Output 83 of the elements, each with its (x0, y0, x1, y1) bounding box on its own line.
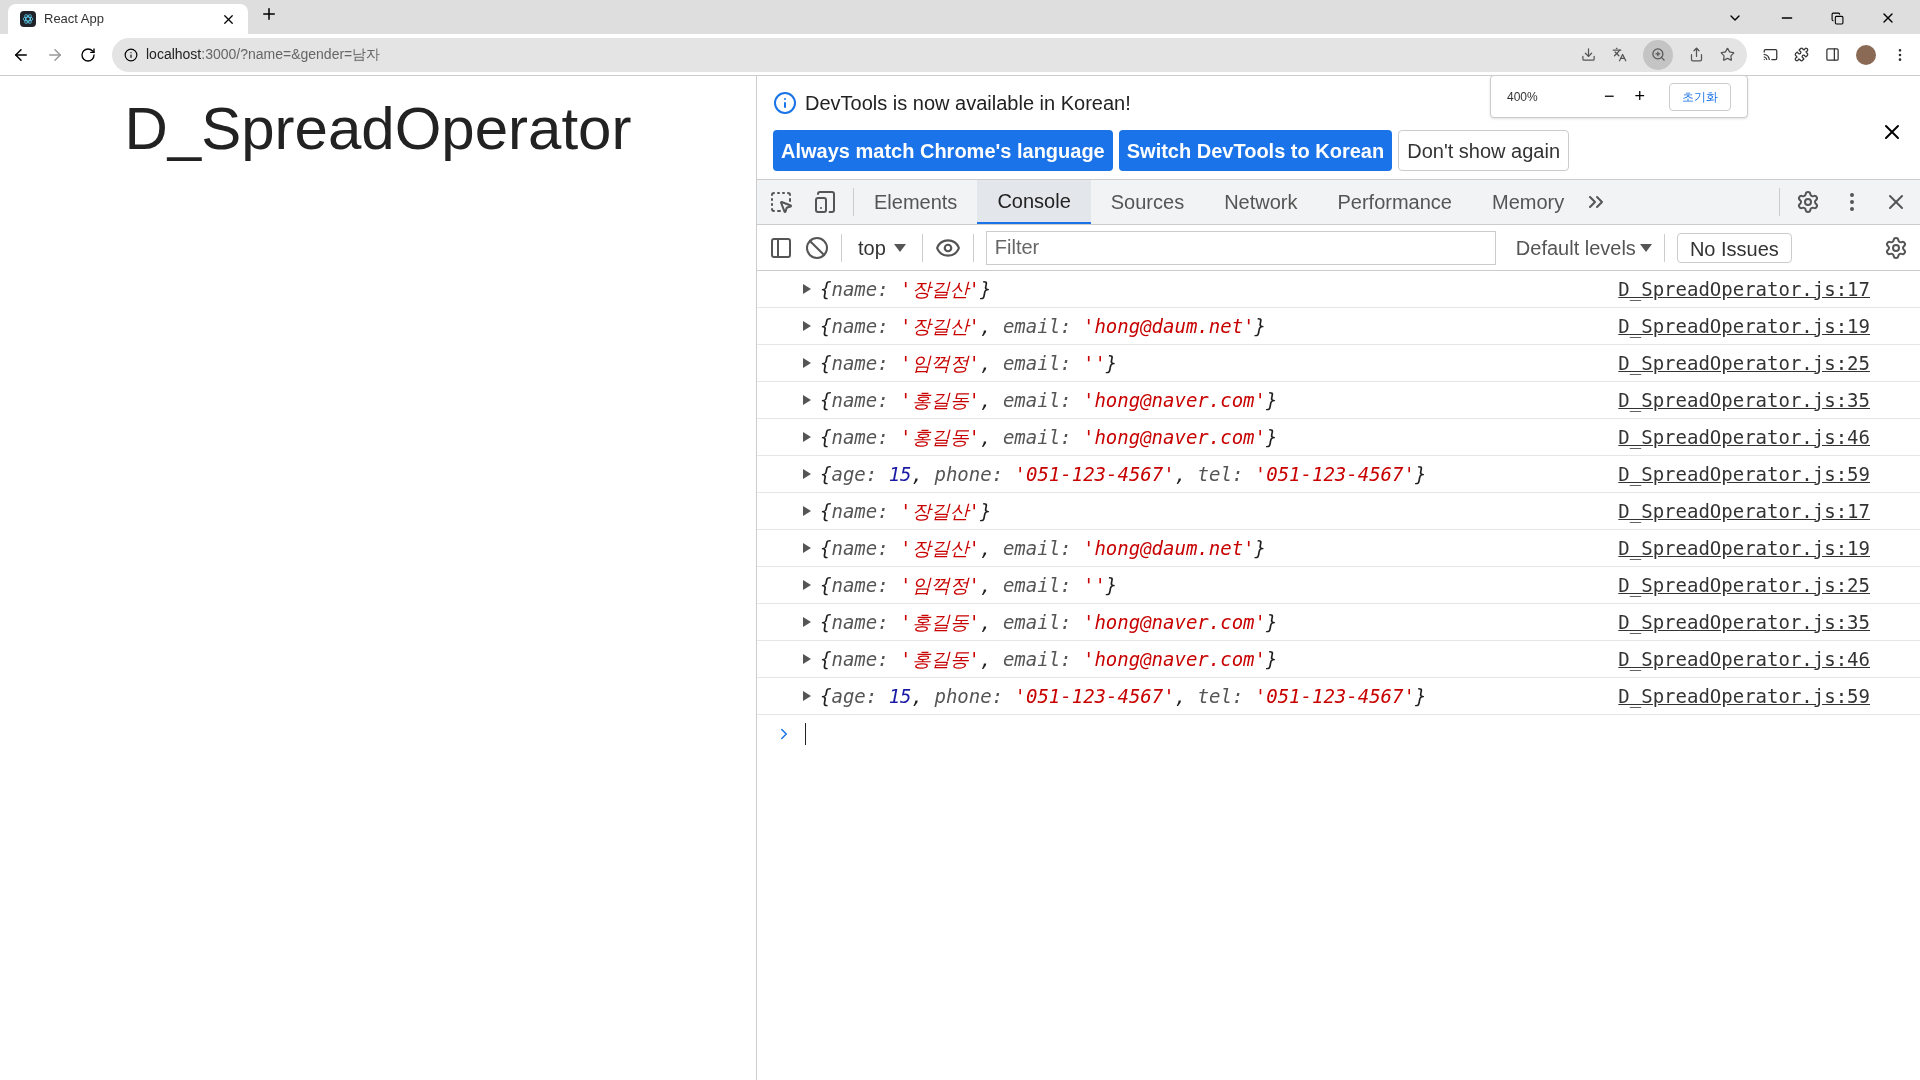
source-link[interactable]: D_SpreadOperator.js:46 (1618, 422, 1870, 452)
device-toggle-icon[interactable] (813, 190, 837, 214)
zoom-in-button[interactable]: + (1630, 83, 1649, 110)
devtools-tab[interactable]: Elements (854, 180, 978, 224)
expand-triangle-icon[interactable] (802, 283, 812, 295)
zoom-out-button[interactable]: − (1599, 83, 1619, 110)
caret-icon (1639, 243, 1652, 252)
tab-title: React App (44, 10, 105, 29)
console-message: {name: '홍길동', email: 'hong@naver.com'} (820, 424, 1278, 450)
expand-triangle-icon[interactable] (802, 394, 812, 406)
devtools-tab[interactable]: Sources (1090, 180, 1205, 224)
settings-icon[interactable] (1884, 235, 1908, 260)
source-link[interactable]: D_SpreadOperator.js:17 (1618, 274, 1870, 304)
filter-field[interactable]: Filter (985, 230, 1496, 265)
translate-icon[interactable] (1612, 47, 1627, 62)
context-selector[interactable]: top (854, 232, 910, 263)
reset-button[interactable]: 초기화 (1669, 82, 1731, 111)
reload-icon[interactable] (80, 46, 96, 63)
cast-icon[interactable] (1763, 47, 1778, 62)
expand-triangle-icon[interactable] (802, 616, 812, 628)
console-message: {name: '홍길동', email: 'hong@naver.com'} (820, 387, 1278, 413)
source-link[interactable]: D_SpreadOperator.js:35 (1618, 607, 1870, 637)
source-link[interactable]: D_SpreadOperator.js:19 (1618, 533, 1870, 563)
source-link[interactable]: D_SpreadOperator.js:59 (1618, 459, 1870, 489)
devtools-tab[interactable]: Performance (1317, 180, 1472, 224)
source-link[interactable]: D_SpreadOperator.js:59 (1618, 681, 1870, 711)
console-message: {age: 15, phone: '051-123-4567', tel: '051-123-4567'} (820, 461, 1427, 487)
settings-icon[interactable] (1796, 190, 1820, 214)
console-message: {name: '임꺽정', email: ''} (820, 572, 1118, 598)
source-link[interactable]: D_SpreadOperator.js:46 (1618, 644, 1870, 674)
source-link[interactable]: D_SpreadOperator.js:35 (1618, 385, 1870, 415)
issues-button[interactable]: No Issues (1676, 232, 1792, 263)
console-message: {name: '홍길동', email: 'hong@naver.com'} (820, 609, 1278, 635)
expand-triangle-icon[interactable] (802, 468, 812, 480)
console-message: {age: 15, phone: '051-123-4567', tel: '051-123-4567'} (820, 683, 1427, 709)
clear-icon[interactable] (805, 235, 829, 260)
browser-tab[interactable]: React App (8, 4, 248, 34)
levels-dropdown[interactable]: Default levels (1515, 232, 1652, 263)
expand-triangle-icon[interactable] (802, 320, 812, 332)
info-icon (773, 91, 797, 115)
expand-triangle-icon[interactable] (802, 357, 812, 369)
console-message: {name: '홍길동', email: 'hong@naver.com'} (820, 646, 1278, 672)
puzzle-icon[interactable] (1794, 47, 1809, 62)
share-icon[interactable] (1689, 47, 1704, 62)
source-link[interactable]: D_SpreadOperator.js:17 (1618, 496, 1870, 526)
console-message: {name: '장길산'} (820, 498, 992, 524)
download-icon[interactable] (1581, 47, 1596, 62)
source-link[interactable]: D_SpreadOperator.js:25 (1618, 570, 1870, 600)
star-icon[interactable] (1720, 47, 1735, 62)
zoom-icon[interactable] (1643, 39, 1673, 70)
address-bar[interactable]: localhost:3000/?name=&gender=남자 (112, 37, 1747, 72)
caret-icon (893, 243, 906, 252)
devtools-tab[interactable]: Network (1204, 180, 1318, 224)
react-logo-icon (20, 11, 36, 27)
devtools-tab[interactable]: Memory (1472, 180, 1585, 224)
text-cursor[interactable] (805, 722, 806, 745)
expand-triangle-icon[interactable] (802, 579, 812, 591)
infobar-button[interactable]: Switch DevTools to Korean (1118, 130, 1393, 171)
infobar-button[interactable]: Always match Chrome's language (773, 130, 1113, 171)
restore-icon[interactable] (1831, 11, 1844, 25)
source-link[interactable]: D_SpreadOperator.js:19 (1618, 311, 1870, 341)
info-message: DevTools is now available in Korean! (805, 91, 1131, 116)
console-message: {name: '장길산', email: 'hong@daum.net'} (820, 535, 1266, 561)
console-message: {name: '장길산'} (820, 276, 992, 302)
devtools-tab[interactable]: Console (977, 180, 1091, 224)
url-text: localhost:3000/?name=&gender=남자 (146, 45, 381, 64)
infobar-button[interactable]: Don't show again (1398, 130, 1569, 171)
expand-triangle-icon[interactable] (802, 653, 812, 665)
new-tab-icon[interactable] (260, 5, 278, 23)
sidebar-icon[interactable] (769, 235, 793, 260)
inspect-icon[interactable] (769, 190, 793, 214)
zoom-level: 400% (1507, 88, 1539, 106)
side-panel-icon[interactable] (1825, 47, 1840, 62)
expand-triangle-icon[interactable] (802, 690, 812, 702)
avatar-icon[interactable] (1856, 44, 1876, 65)
expand-triangle-icon[interactable] (802, 431, 812, 443)
page-heading: D_SpreadOperator (124, 94, 632, 164)
expand-triangle-icon[interactable] (802, 542, 812, 554)
expand-triangle-icon[interactable] (802, 505, 812, 517)
info-icon (124, 47, 138, 62)
console-message: {name: '장길산', email: 'hong@daum.net'} (820, 313, 1266, 339)
console-message: {name: '임꺽정', email: ''} (820, 350, 1118, 376)
source-link[interactable]: D_SpreadOperator.js:25 (1618, 348, 1870, 378)
